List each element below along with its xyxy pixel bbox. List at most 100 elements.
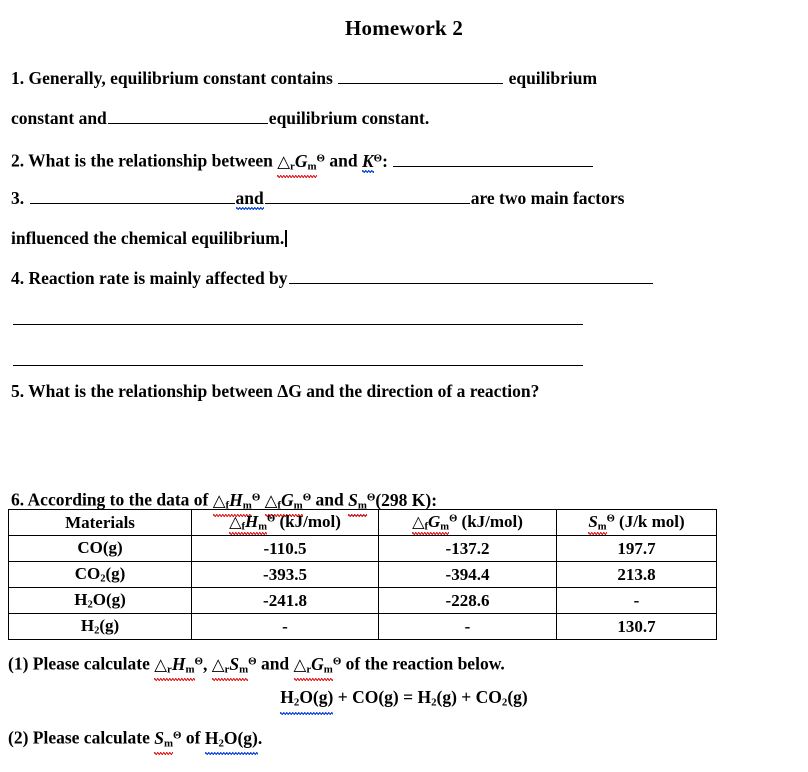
cell-entropy: - <box>556 587 717 614</box>
species-h2o: H2O(g). <box>204 728 262 756</box>
cell-material: CO(g) <box>8 535 192 562</box>
symbol-sm: SmΘ(298 K): <box>348 489 438 518</box>
equation-plus: + <box>337 687 348 707</box>
question-5-text: 5. What is the relationship between ΔG a… <box>11 381 540 401</box>
text-cursor <box>285 230 287 247</box>
question-4-blank-3[interactable] <box>13 365 583 366</box>
theta-symbol: Θ <box>267 513 276 525</box>
part-1-and: and <box>260 653 290 674</box>
question-6-part-2: (2) Please calculate SmΘ of H2O(g). <box>8 725 262 756</box>
document-page: Homework 2 1. Generally, equilibrium con… <box>0 0 808 772</box>
question-3-tail: are two main factors <box>470 188 625 208</box>
question-2-lead: 2. What is the relationship between <box>11 150 273 171</box>
theta-symbol: Θ <box>173 729 182 741</box>
cell-entropy: 213.8 <box>556 561 717 588</box>
question-4-blank-2[interactable] <box>13 324 583 325</box>
question-1-line-2: constant and equilibrium constant. <box>11 108 429 128</box>
question-3-line-1: 3. and are two main factors <box>11 188 706 210</box>
equation-state: (g) <box>436 687 457 707</box>
symbol-delta-r-sm: △rSmΘ <box>211 654 257 682</box>
cell-gibbs: -228.6 <box>378 587 557 614</box>
material-formula: CO <box>77 538 103 558</box>
header-entropy-units: (J/k mol) <box>619 512 685 532</box>
equation-reactant-2: CO(g) <box>352 687 399 707</box>
cell-material: H2(g) <box>8 613 192 640</box>
thermodynamic-data-table: Materials △fHmΘ (kJ/mol) △fGmΘ (kJ/mol) … <box>8 509 717 640</box>
material-formula: H <box>80 616 95 636</box>
part-1-suffix: of the reaction below. <box>345 653 505 674</box>
header-enthalpy-units: (kJ/mol) <box>279 512 341 532</box>
header-materials: Materials <box>8 509 192 536</box>
theta-symbol: Θ <box>449 513 458 525</box>
question-2-and: and <box>329 150 358 171</box>
question-6-part-1: (1) Please calculate △rHmΘ, △rSmΘ and △r… <box>8 651 505 682</box>
symbol-sm: SmΘ <box>154 728 182 756</box>
question-3-and: and <box>235 188 264 210</box>
equation-state: (g) <box>507 687 528 707</box>
header-entropy: SmΘ (J/k mol) <box>556 509 717 536</box>
cell-entropy: 197.7 <box>556 535 717 562</box>
cell-gibbs: -394.4 <box>378 561 557 588</box>
symbol-delta-f-hm: △fHmΘ <box>212 490 261 518</box>
header-enthalpy: △fHmΘ (kJ/mol) <box>191 509 379 536</box>
part-2-prefix: (2) Please calculate <box>8 727 150 748</box>
cell-gibbs: -137.2 <box>378 535 557 562</box>
material-state: (g) <box>105 564 126 584</box>
question-3-line-2: influenced the chemical equilibrium. <box>11 228 287 248</box>
question-3-number: 3. <box>11 188 25 208</box>
cell-enthalpy: - <box>191 613 379 640</box>
question-1-blank-2[interactable] <box>107 109 268 124</box>
table-row: CO(g) -110.5 -137.2 197.7 <box>8 535 717 562</box>
question-5: 5. What is the relationship between ΔG a… <box>11 381 539 401</box>
theta-symbol: Θ <box>248 655 257 667</box>
question-4-blank-1[interactable] <box>288 269 653 284</box>
header-gibbs-units: (kJ/mol) <box>461 512 523 532</box>
question-1-text-d: equilibrium constant. <box>268 108 430 128</box>
question-2-blank[interactable] <box>393 152 594 167</box>
question-1-text-a: 1. Generally, equilibrium constant conta… <box>11 68 333 88</box>
equation-product-2: CO <box>475 687 502 707</box>
cell-enthalpy: -393.5 <box>191 561 379 588</box>
page-title: Homework 2 <box>344 16 464 40</box>
cell-material: CO2(g) <box>8 561 192 588</box>
part-1-prefix: (1) Please calculate <box>8 653 150 674</box>
material-state: O(g) <box>92 590 126 610</box>
equation-equals: = <box>403 687 414 707</box>
equation-plus: + <box>461 687 472 707</box>
cell-entropy: 130.7 <box>556 613 717 640</box>
chemical-equation: H2O(g) + CO(g) = H2(g) + CO2(g) <box>0 687 808 715</box>
question-3-blank-1[interactable] <box>29 189 235 204</box>
question-6-lead-text: 6. According to the data of <box>11 489 209 510</box>
theta-symbol: Θ <box>316 152 325 164</box>
theta-symbol: Θ <box>332 655 342 667</box>
table-row: H2O(g) -241.8 -228.6 - <box>8 587 717 614</box>
material-formula: H <box>74 590 88 610</box>
question-6-temperature: (298 K): <box>375 489 438 510</box>
theta-symbol: Θ <box>251 491 261 503</box>
cell-enthalpy: -241.8 <box>191 587 379 614</box>
part-1-comma: , <box>202 653 208 674</box>
equation-state: O(g) <box>299 687 334 707</box>
question-6-and: and <box>315 489 344 510</box>
question-1-text-b: equilibrium <box>508 68 598 88</box>
question-4-text: 4. Reaction rate is mainly affected by <box>11 268 288 288</box>
theta-symbol: Θ <box>606 513 615 525</box>
symbol-delta-f-gm: △fGmΘ <box>264 490 311 518</box>
material-state: (g) <box>102 538 123 558</box>
material-formula: CO <box>74 564 101 584</box>
equation-product-1: H <box>417 687 432 707</box>
cell-material: H2O(g) <box>8 587 192 614</box>
question-3-blank-2[interactable] <box>264 189 470 204</box>
cell-enthalpy: -110.5 <box>191 535 379 562</box>
theta-symbol: Θ <box>194 655 203 667</box>
part-2-of: of <box>185 727 201 748</box>
material-state: (g) <box>99 616 120 636</box>
symbol-k-theta: KΘ: <box>361 150 388 173</box>
question-1-text-c: constant and <box>11 108 107 128</box>
question-1-blank-1[interactable] <box>338 69 504 84</box>
theta-symbol: Θ <box>373 152 383 164</box>
cell-gibbs: - <box>378 613 557 640</box>
question-1-line-1: 1. Generally, equilibrium constant conta… <box>11 68 597 88</box>
question-3-line-2-text: influenced the chemical equilibrium. <box>11 228 285 248</box>
table-header-row: Materials △fHmΘ (kJ/mol) △fGmΘ (kJ/mol) … <box>8 509 717 536</box>
